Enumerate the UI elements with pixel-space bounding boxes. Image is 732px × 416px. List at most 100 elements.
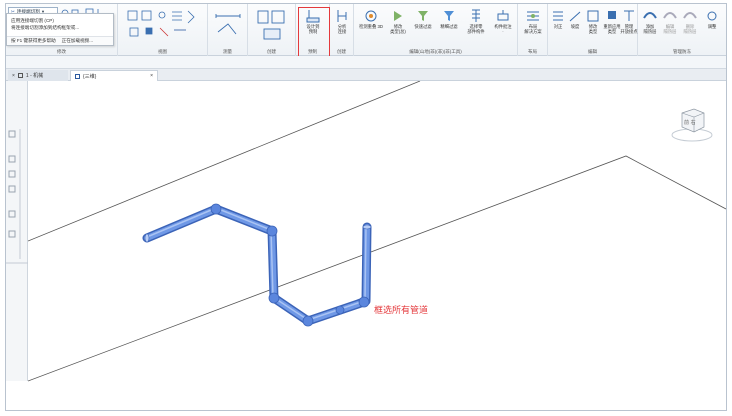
view-cube-icon: 前 右 — [671, 108, 713, 142]
dock-controls — [6, 129, 28, 264]
3d-view-icon — [75, 73, 80, 79]
select-part-button[interactable]: 选择零 部件构件 — [462, 8, 490, 34]
tooltip-description: 将连接端切割添加到结构框架或... — [11, 25, 80, 30]
elbow-fitting[interactable] — [210, 203, 222, 215]
model-canvas[interactable] — [27, 80, 726, 410]
adjust-button[interactable]: 调整 — [702, 8, 722, 29]
tab-3d[interactable]: {三维} × — [70, 70, 158, 81]
ribbon-group-create: 创建 — [248, 4, 296, 56]
slope-button[interactable]: 坡度 — [566, 8, 584, 29]
justify-button[interactable]: 对正 — [549, 8, 567, 29]
justify-icon — [553, 11, 563, 21]
slope-label: 坡度 — [570, 24, 580, 29]
highlight-box — [298, 7, 330, 62]
remove-insulation-icon — [683, 12, 697, 19]
quick-filter-button[interactable]: 快速过滤 — [410, 8, 436, 29]
modify-type-icon — [587, 10, 599, 22]
ribbon-group-create-2: 分析 连接 创建 — [330, 4, 354, 56]
view-cube[interactable]: 前 右 — [670, 105, 714, 147]
manage-open-ends-label: 管理 开放接点 — [620, 24, 638, 34]
layout-solution-label: 布局 解决方案 — [524, 24, 542, 34]
tag-icon — [497, 10, 509, 21]
ribbon-group-label: 修改 — [57, 49, 66, 54]
connect-icon — [337, 10, 347, 22]
ribbon-group-edit-parts: 检测重叠 3D 修改 类型(总) 快速过滤 精细过滤 选择零 部件构件 构件批注… — [354, 4, 518, 56]
clash-3d-button[interactable]: 检测重叠 3D — [356, 8, 386, 29]
justify-label: 对正 — [553, 24, 563, 29]
tooltip-footer: 按 F1 键获得更多帮助 正在加载视频... — [7, 36, 113, 45]
ribbon-group-insulation: 添加 隔热层 编辑 隔热层 删除 隔热层 调整 管理防冻 — [638, 4, 726, 56]
ribbon-group-label: 视图 — [158, 49, 167, 54]
reapply-type-button[interactable]: 重新应用 类型 — [602, 8, 622, 34]
reapply-icon — [608, 11, 616, 19]
analysis-connect-label: 分析 连接 — [337, 24, 347, 34]
app-window: ✂ 连接端切割 ▾ 修改 视图 测量 创建 设计到 预制 预制 分析 连接 创建… — [5, 3, 727, 411]
3d-viewport[interactable]: 前 右 框选所有管道 — [27, 80, 726, 410]
clash-3d-label: 检测重叠 3D — [359, 24, 383, 29]
ribbon-group-layout: 布局 解决方案 布局 — [518, 4, 548, 56]
edit-insulation-icon — [663, 12, 677, 19]
view-tabs: × 1 - 机械 {三维} × — [6, 69, 726, 81]
ribbon-group-label: 测量 — [223, 49, 232, 54]
view-tools-icons[interactable] — [126, 8, 206, 46]
part-tag-label: 构件批注 · — [494, 24, 512, 34]
ribbon-group-edit: 对正 坡度 修改 类型 重新应用 类型 管理 开放接点 编辑 — [548, 4, 638, 56]
remove-insulation-button[interactable]: 删除 隔热层 — [680, 8, 700, 34]
modify-type-label: 修改 类型 — [588, 24, 598, 34]
elbow-fitting[interactable] — [302, 315, 314, 327]
elbow-fitting[interactable] — [266, 225, 278, 237]
adjust-label: 调整 — [707, 24, 717, 29]
adjust-icon — [707, 11, 717, 21]
advanced-filter-button[interactable]: 精细过滤 — [436, 8, 462, 29]
add-insulation-label: 添加 隔热层 — [643, 24, 657, 34]
manage-open-ends-button[interactable]: 管理 开放接点 — [620, 8, 638, 34]
layout-solution-button[interactable]: 布局 解决方案 — [520, 8, 546, 34]
tab-mechanical[interactable]: × 1 - 机械 — [8, 70, 68, 81]
elbow-fitting[interactable] — [358, 296, 370, 308]
filter-icon — [418, 11, 428, 21]
elbow-fitting[interactable] — [268, 292, 280, 304]
annotation-label: 框选所有管道 — [374, 306, 429, 316]
add-insulation-icon — [643, 12, 657, 19]
create-tools-icon[interactable] — [256, 9, 290, 43]
change-type-icon — [394, 11, 402, 21]
options-bar — [6, 56, 726, 69]
ribbon-group-label: 编辑 — [588, 49, 597, 54]
slope-icon — [569, 11, 581, 22]
pipe-end[interactable] — [144, 233, 150, 243]
measure-icon[interactable] — [214, 10, 244, 46]
edit-insulation-button[interactable]: 编辑 隔热层 — [660, 8, 680, 34]
modify-type-button[interactable]: 修改 类型 — [584, 8, 602, 34]
view-cube-face: 前 右 — [684, 119, 696, 126]
edit-insulation-label: 编辑 隔热层 — [663, 24, 677, 34]
ribbon-group-view: 视图 — [118, 4, 208, 56]
remove-insulation-label: 删除 隔热层 — [683, 24, 697, 34]
select-part-icon — [472, 9, 480, 22]
coupling-fitting[interactable] — [335, 305, 345, 315]
tab-label: {三维} — [83, 73, 97, 80]
close-icon[interactable]: × — [150, 73, 153, 79]
filter-advanced-icon — [444, 11, 454, 21]
ribbon-group-label: 管理防冻 — [673, 49, 691, 54]
close-icon[interactable]: × — [12, 73, 15, 79]
floor-plan-icon — [17, 73, 23, 78]
part-tag-button[interactable]: 构件批注 · — [490, 8, 516, 34]
advanced-filter-label: 精细过滤 — [440, 24, 458, 29]
level-plane — [27, 80, 726, 382]
reapply-type-label: 重新应用 类型 — [603, 24, 621, 34]
select-part-label: 选择零 部件构件 — [467, 24, 485, 34]
layout-icon — [527, 11, 539, 21]
ribbon-group-label: 创建 — [267, 49, 276, 54]
help-hint: 按 F1 键获得更多帮助 — [11, 38, 56, 43]
tab-label: 1 - 机械 — [25, 73, 44, 79]
pipe-end[interactable] — [362, 224, 372, 230]
quick-filter-label: 快速过滤 — [414, 24, 432, 29]
ribbon-group-measure: 测量 — [208, 4, 248, 56]
analysis-connect-button[interactable]: 分析 连接 — [331, 8, 353, 34]
ribbon-group-label: 布局 — [528, 49, 537, 54]
change-type-label: 修改 类型(总) — [390, 24, 406, 34]
add-insulation-button[interactable]: 添加 隔热层 — [640, 8, 660, 34]
change-type-button[interactable]: 修改 类型(总) — [386, 8, 410, 34]
clash-icon — [365, 10, 377, 22]
video-hint: 正在加载视频... — [61, 38, 94, 43]
